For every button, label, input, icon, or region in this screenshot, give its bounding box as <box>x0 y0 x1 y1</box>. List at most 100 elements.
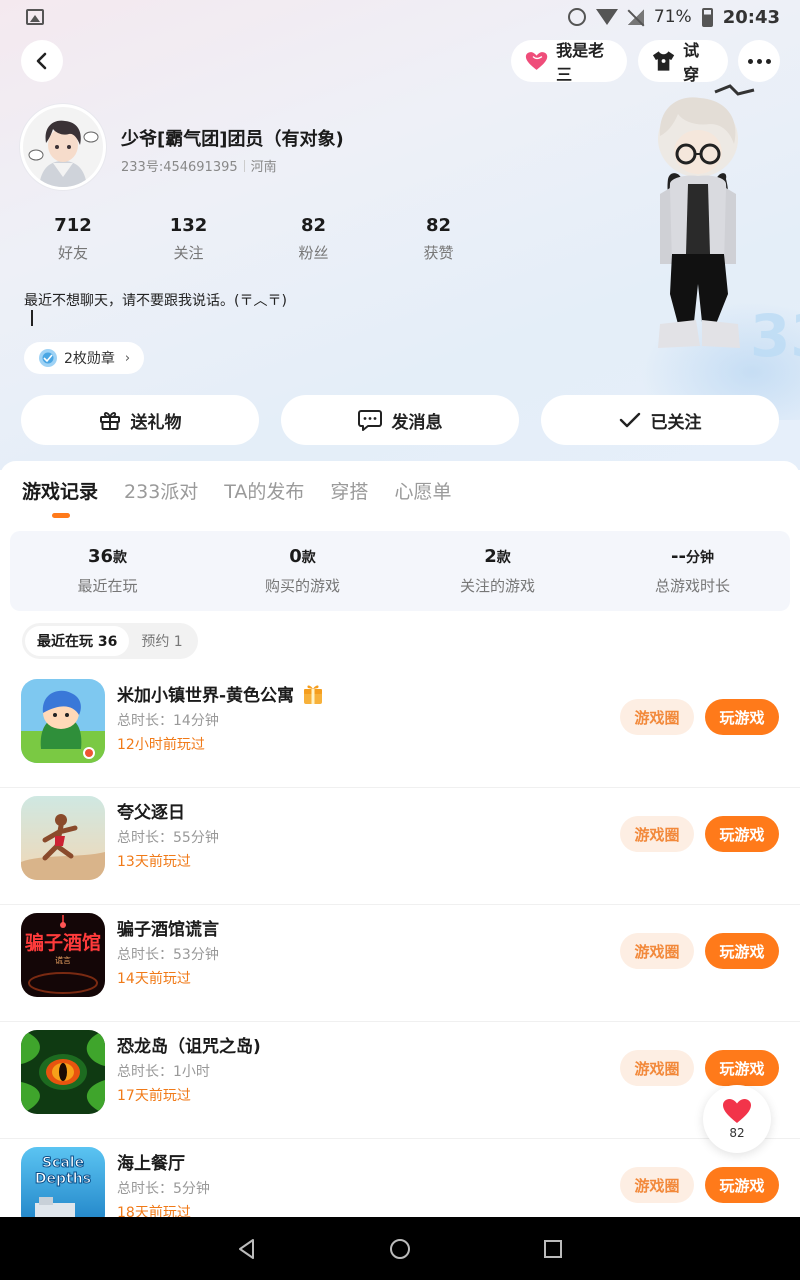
chevron-left-icon <box>36 52 47 70</box>
stat-following[interactable]: 132 关注 <box>126 215 251 263</box>
game-icon[interactable] <box>21 1030 105 1114</box>
summary-label: 总游戏时长 <box>654 577 730 595</box>
game-filter-tabs: 最近在玩 36 预约 1 <box>22 623 198 659</box>
tab-wishlist[interactable]: 心愿单 <box>394 477 451 504</box>
game-title-text: 米加小镇世界-黄色公寓 <box>117 686 295 706</box>
heart-icon <box>525 52 548 70</box>
nav-recents-icon[interactable] <box>542 1238 564 1260</box>
back-button[interactable] <box>21 40 63 82</box>
text-caret <box>31 310 33 326</box>
tab-233-party[interactable]: 233派对 <box>124 477 198 504</box>
username: 少爷[霸气团]团员（有对象) <box>121 129 344 150</box>
game-title-text: 恐龙岛（诅咒之岛) <box>117 1037 261 1057</box>
chevron-right-icon: › <box>124 350 131 366</box>
send-gift-label: 送礼物 <box>130 412 182 433</box>
badges-button[interactable]: 2枚勋章 › <box>24 342 144 374</box>
game-title: 恐龙岛（诅咒之岛) <box>117 1032 261 1057</box>
send-message-button[interactable]: 发消息 <box>281 395 519 445</box>
tab-posts[interactable]: TA的发布 <box>224 477 304 504</box>
game-icon-subtitle: 谎言 <box>55 955 71 965</box>
game-last-played: 17天前玩过 <box>117 1088 191 1104</box>
tab-outfits[interactable]: 穿搭 <box>330 477 368 504</box>
summary-playtime: --分钟 总游戏时长 <box>595 546 790 596</box>
no-signal-icon <box>627 9 644 25</box>
tab-game-records[interactable]: 游戏记录 <box>22 477 98 504</box>
play-game-button[interactable]: 玩游戏 <box>705 1050 779 1086</box>
profile-tabs: 游戏记录 233派对 TA的发布 穿搭 心愿单 <box>22 477 477 504</box>
user-id: 233号:454691395 <box>121 160 238 175</box>
stat-label: 获赞 <box>423 244 454 262</box>
game-row[interactable]: 米加小镇世界-黄色公寓 总时长：14分钟 12小时前玩过 游戏圈 玩游戏 <box>0 671 800 788</box>
game-title-text: 海上餐厅 <box>117 1154 185 1174</box>
game-title: 夸父逐日 <box>117 798 185 823</box>
nav-back-icon[interactable] <box>236 1238 258 1260</box>
content-card: 游戏记录 233派对 TA的发布 穿搭 心愿单 36款 最近在玩 0款 购买的游戏 … <box>0 461 800 1256</box>
summary-label: 关注的游戏 <box>459 577 535 595</box>
like-count: 82 <box>729 1126 745 1140</box>
game-duration: 总时长：55分钟 <box>117 830 219 846</box>
stat-fans[interactable]: 82 粉丝 <box>251 215 376 263</box>
game-circle-button[interactable]: 游戏圈 <box>620 933 694 969</box>
game-title: 海上餐厅 <box>117 1149 185 1174</box>
try-on-label: 试穿 <box>683 41 700 84</box>
chat-bubble-icon <box>357 410 382 431</box>
game-summary: 36款 最近在玩 0款 购买的游戏 2 款关注的游戏 --分钟 总游戏时长 <box>10 531 790 611</box>
game-row[interactable]: 骗子酒馆 谎言 骗子酒馆谎言 总时长：53分钟 14天前玩过 游戏圈 玩游戏 <box>0 905 800 1022</box>
game-circle-button[interactable]: 游戏圈 <box>620 816 694 852</box>
summary-value: 0 <box>289 546 302 567</box>
game-duration: 总时长：14分钟 <box>117 713 219 729</box>
play-game-button[interactable]: 玩游戏 <box>705 933 779 969</box>
profile-bio: 最近不想聊天，请不要跟我说话。(〒︿〒) <box>24 293 287 309</box>
subtab-reserved[interactable]: 预约 1 <box>129 626 194 656</box>
game-title: 米加小镇世界-黄色公寓 <box>117 681 324 706</box>
subtab-recent[interactable]: 最近在玩 36 <box>25 626 130 656</box>
followed-button[interactable]: 已关注 <box>541 395 779 445</box>
summary-value: -- <box>671 546 686 567</box>
floating-like-button[interactable]: 82 <box>703 1085 771 1153</box>
send-gift-button[interactable]: 送礼物 <box>21 395 259 445</box>
summary-label: 最近在玩 <box>77 577 138 595</box>
meta-divider <box>243 159 245 172</box>
wifi-icon <box>595 9 618 25</box>
game-icon[interactable]: 骗子酒馆 谎言 <box>21 913 105 997</box>
more-options-button[interactable] <box>738 40 780 82</box>
stat-value: 712 <box>54 215 92 236</box>
followed-label: 已关注 <box>650 412 702 433</box>
game-icon[interactable] <box>21 796 105 880</box>
game-circle-button[interactable]: 游戏圈 <box>620 1050 694 1086</box>
more-dot-icon <box>747 58 753 64</box>
game-title-text: 骗子酒馆谎言 <box>117 920 219 940</box>
stat-friends[interactable]: 712 好友 <box>20 215 126 263</box>
game-icon-logo: 骗子酒馆 <box>25 931 101 954</box>
more-dot-icon <box>765 58 771 64</box>
summary-unit: 款 <box>301 550 316 566</box>
avatar[interactable] <box>20 104 106 190</box>
gift-icon <box>99 412 120 430</box>
battery-percent: 71% <box>653 7 692 27</box>
avatar-3d-character[interactable]: 33 <box>630 84 800 374</box>
play-game-button[interactable]: 玩游戏 <box>705 699 779 735</box>
game-circle-button[interactable]: 游戏圈 <box>620 1167 694 1203</box>
gallery-notification-icon <box>26 9 44 25</box>
profile-stats: 712 好友 132 关注 82 粉丝 82 获赞 <box>20 215 501 263</box>
play-game-button[interactable]: 玩游戏 <box>705 1167 779 1203</box>
family-title-button[interactable]: 我是老三 <box>511 40 627 84</box>
try-on-button[interactable]: 试穿 <box>638 40 728 84</box>
summary-value: 2 <box>484 546 497 567</box>
game-circle-button[interactable]: 游戏圈 <box>620 699 694 735</box>
game-icon-logo: Depths <box>35 1171 91 1187</box>
game-title-text: 夸父逐日 <box>117 803 185 823</box>
stat-likes[interactable]: 82 获赞 <box>376 215 501 263</box>
summary-purchased: 0款 购买的游戏 <box>205 546 400 596</box>
game-last-played: 13天前玩过 <box>117 854 191 870</box>
tshirt-icon <box>652 51 675 71</box>
summary-recent: 36款 最近在玩 <box>10 546 205 596</box>
svg-text:33: 33 <box>750 302 800 370</box>
status-bar: 71% 20:43 <box>0 0 800 34</box>
play-game-button[interactable]: 玩游戏 <box>705 816 779 852</box>
nav-home-icon[interactable] <box>389 1238 411 1260</box>
game-icon[interactable] <box>21 679 105 763</box>
checkmark-icon <box>619 412 640 428</box>
game-row[interactable]: 恐龙岛（诅咒之岛) 总时长：1小时 17天前玩过 游戏圈 玩游戏 <box>0 1022 800 1139</box>
game-row[interactable]: 夸父逐日 总时长：55分钟 13天前玩过 游戏圈 玩游戏 <box>0 788 800 905</box>
